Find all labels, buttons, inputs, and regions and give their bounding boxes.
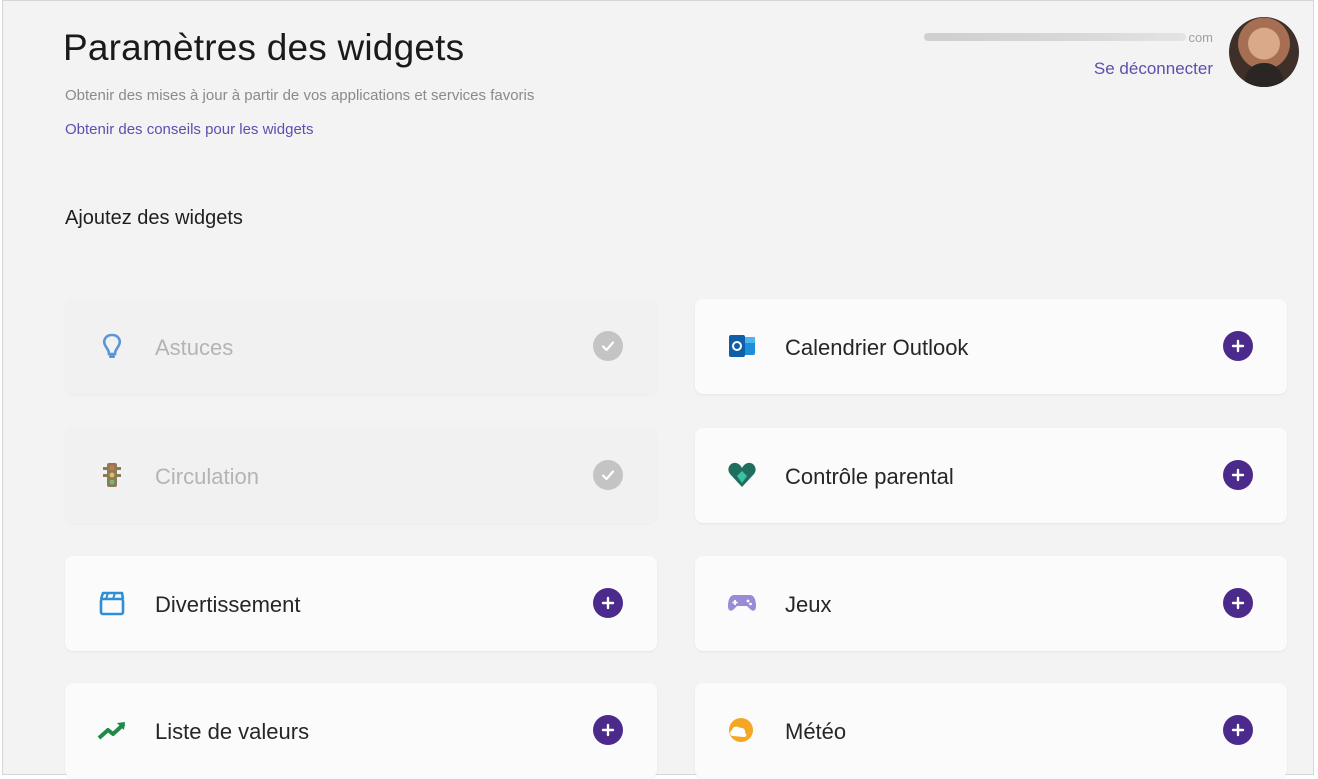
- add-widget-plus-icon[interactable]: [1223, 715, 1253, 745]
- email-redaction: [924, 33, 1187, 41]
- add-widget-plus-icon[interactable]: [593, 588, 623, 618]
- widget-card-controle-parental[interactable]: Contrôle parental: [695, 428, 1287, 523]
- widget-label: Jeux: [785, 592, 832, 617]
- widget-card-circulation: Circulation: [65, 428, 657, 523]
- widget-card-jeux[interactable]: Jeux: [695, 556, 1287, 651]
- add-widget-plus-icon[interactable]: [1223, 460, 1253, 490]
- add-widget-plus-icon[interactable]: [593, 715, 623, 745]
- widget-card-calendrier-outlook[interactable]: Calendrier Outlook: [695, 299, 1287, 394]
- widget-added-check-icon: [593, 331, 623, 361]
- widget-card-divertissement[interactable]: Divertissement: [65, 556, 657, 651]
- page-subtitle: Obtenir des mises à jour à partir de vos…: [65, 87, 535, 104]
- clapperboard-icon: [97, 588, 127, 618]
- widget-label: Liste de valeurs: [155, 719, 310, 744]
- widget-label: Astuces: [155, 335, 234, 360]
- add-widgets-heading: Ajoutez des widgets: [65, 207, 243, 229]
- account-email: com: [913, 29, 1213, 45]
- widget-label: Calendrier Outlook: [785, 335, 969, 360]
- widget-label: Contrôle parental: [785, 464, 954, 489]
- widget-label: Météo: [785, 719, 847, 744]
- widget-settings-panel: Paramètres des widgets Obtenir des mises…: [2, 0, 1314, 778]
- widget-tips-link[interactable]: Obtenir des conseils pour les widgets: [65, 121, 313, 138]
- add-widget-plus-icon[interactable]: [1223, 588, 1253, 618]
- weather-icon: [727, 715, 757, 745]
- widget-card-meteo[interactable]: Météo: [695, 683, 1287, 778]
- stock-chart-icon: [97, 715, 127, 745]
- avatar[interactable]: [1229, 17, 1299, 87]
- widget-card-astuces: Astuces: [65, 299, 657, 394]
- email-suffix: com: [1188, 29, 1213, 45]
- widget-label: Circulation: [155, 464, 259, 489]
- widget-label: Divertissement: [155, 592, 301, 617]
- lightbulb-icon: [97, 331, 127, 361]
- widget-card-liste-de-valeurs[interactable]: Liste de valeurs: [65, 683, 657, 778]
- outlook-calendar-icon: [727, 331, 757, 361]
- add-widget-plus-icon[interactable]: [1223, 331, 1253, 361]
- page-title: Paramètres des widgets: [63, 27, 465, 68]
- widget-added-check-icon: [593, 460, 623, 490]
- signout-link[interactable]: Se déconnecter: [1023, 59, 1213, 79]
- family-heart-icon: [727, 460, 757, 490]
- traffic-light-icon: [97, 460, 127, 490]
- gamepad-icon: [727, 588, 757, 618]
